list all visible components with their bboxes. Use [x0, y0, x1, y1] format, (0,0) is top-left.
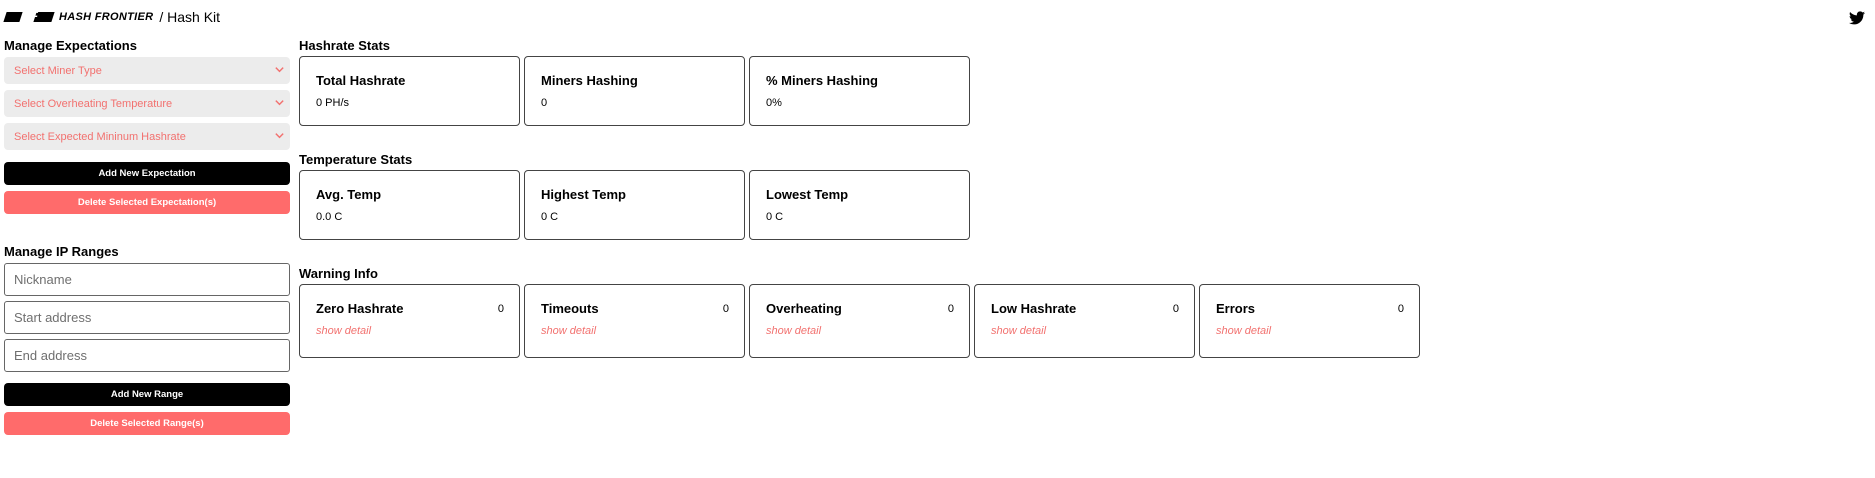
breadcrumb: / Hash Kit [159, 9, 221, 25]
card-label: Low Hashrate [991, 301, 1077, 316]
miners-hashing-card: Miners Hashing 0 [524, 56, 745, 126]
end-address-input[interactable]: End address [4, 339, 290, 372]
card-label: Miners Hashing [541, 73, 638, 88]
left-panel: Manage Expectations Select Miner Type Se… [4, 38, 290, 435]
percent-miners-hashing-card: % Miners Hashing 0% [749, 56, 970, 126]
card-value: 0 C [766, 211, 784, 223]
warning-info-cards: Zero Hashrate 0 show detail Timeouts 0 s… [299, 284, 1420, 358]
card-label: % Miners Hashing [766, 73, 878, 88]
card-count: 0 [1397, 303, 1404, 315]
timeouts-card: Timeouts 0 show detail [524, 284, 745, 358]
overheating-temperature-select[interactable]: Select Overheating Temperature [4, 90, 290, 117]
highest-temp-card: Highest Temp 0 C [524, 170, 745, 240]
delete-expectations-button[interactable]: Delete Selected Expectation(s) [4, 191, 290, 214]
show-detail-link[interactable]: show detail [766, 325, 953, 337]
nickname-input[interactable]: Nickname [4, 263, 290, 296]
minimum-hashrate-select-placeholder: Select Expected Mininum Hashrate [14, 130, 186, 143]
warning-info-title: Warning Info [299, 266, 378, 281]
errors-card: Errors 0 show detail [1199, 284, 1420, 358]
card-value: 0 C [541, 211, 559, 223]
card-label: Highest Temp [541, 187, 626, 202]
manage-ip-ranges-title: Manage IP Ranges [4, 244, 119, 259]
manage-expectations-title: Manage Expectations [4, 38, 137, 53]
card-count: 0 [1172, 303, 1179, 315]
hashrate-stats-title: Hashrate Stats [299, 38, 391, 53]
logo-text: HASH FRONTIER [59, 11, 154, 23]
top-bar: HF HASH FRONTIER / Hash Kit [3, 9, 221, 25]
card-label: Total Hashrate [316, 73, 406, 88]
show-detail-link[interactable]: show detail [991, 325, 1178, 337]
chevron-down-icon [275, 100, 284, 106]
card-label: Avg. Temp [316, 187, 382, 202]
card-value: 0 PH/s [316, 97, 350, 109]
avg-temp-card: Avg. Temp 0.0 C [299, 170, 520, 240]
minimum-hashrate-select[interactable]: Select Expected Mininum Hashrate [4, 123, 290, 150]
show-detail-link[interactable]: show detail [316, 325, 503, 337]
show-detail-link[interactable]: show detail [541, 325, 728, 337]
add-expectation-button[interactable]: Add New Expectation [4, 162, 290, 185]
show-detail-link[interactable]: show detail [1216, 325, 1403, 337]
chevron-down-icon [275, 133, 284, 139]
main-content: Hashrate Stats Total Hashrate 0 PH/s Min… [299, 38, 1420, 358]
card-count: 0 [497, 303, 504, 315]
delete-ranges-button[interactable]: Delete Selected Range(s) [4, 412, 290, 435]
start-address-input[interactable]: Start address [4, 301, 290, 334]
hashrate-stats-cards: Total Hashrate 0 PH/s Miners Hashing 0 %… [299, 56, 1420, 126]
twitter-icon[interactable] [1849, 11, 1865, 25]
miner-type-select[interactable]: Select Miner Type [4, 57, 290, 84]
overheating-card: Overheating 0 show detail [749, 284, 970, 358]
low-hashrate-card: Low Hashrate 0 show detail [974, 284, 1195, 358]
temperature-stats-title: Temperature Stats [299, 152, 413, 167]
card-value: 0 [541, 97, 548, 109]
chevron-down-icon [275, 67, 284, 73]
card-value: 0% [766, 97, 782, 109]
card-count: 0 [947, 303, 954, 315]
card-count: 0 [722, 303, 729, 315]
card-label: Timeouts [541, 301, 599, 316]
card-label: Zero Hashrate [316, 301, 404, 316]
add-range-button[interactable]: Add New Range [4, 383, 290, 406]
miner-type-select-placeholder: Select Miner Type [14, 64, 102, 77]
total-hashrate-card: Total Hashrate 0 PH/s [299, 56, 520, 126]
card-label: Errors [1216, 301, 1256, 316]
temperature-stats-cards: Avg. Temp 0.0 C Highest Temp 0 C Lowest … [299, 170, 1420, 240]
logo-mark-letters: HF [23, 9, 38, 23]
card-label: Overheating [766, 301, 842, 316]
hash-frontier-logo[interactable]: HF HASH FRONTIER [3, 9, 154, 25]
overheating-temperature-select-placeholder: Select Overheating Temperature [14, 97, 173, 110]
zero-hashrate-card: Zero Hashrate 0 show detail [299, 284, 520, 358]
lowest-temp-card: Lowest Temp 0 C [749, 170, 970, 240]
logo-mark: HF [3, 9, 55, 23]
card-value: 0.0 C [316, 211, 343, 223]
card-label: Lowest Temp [766, 187, 849, 202]
